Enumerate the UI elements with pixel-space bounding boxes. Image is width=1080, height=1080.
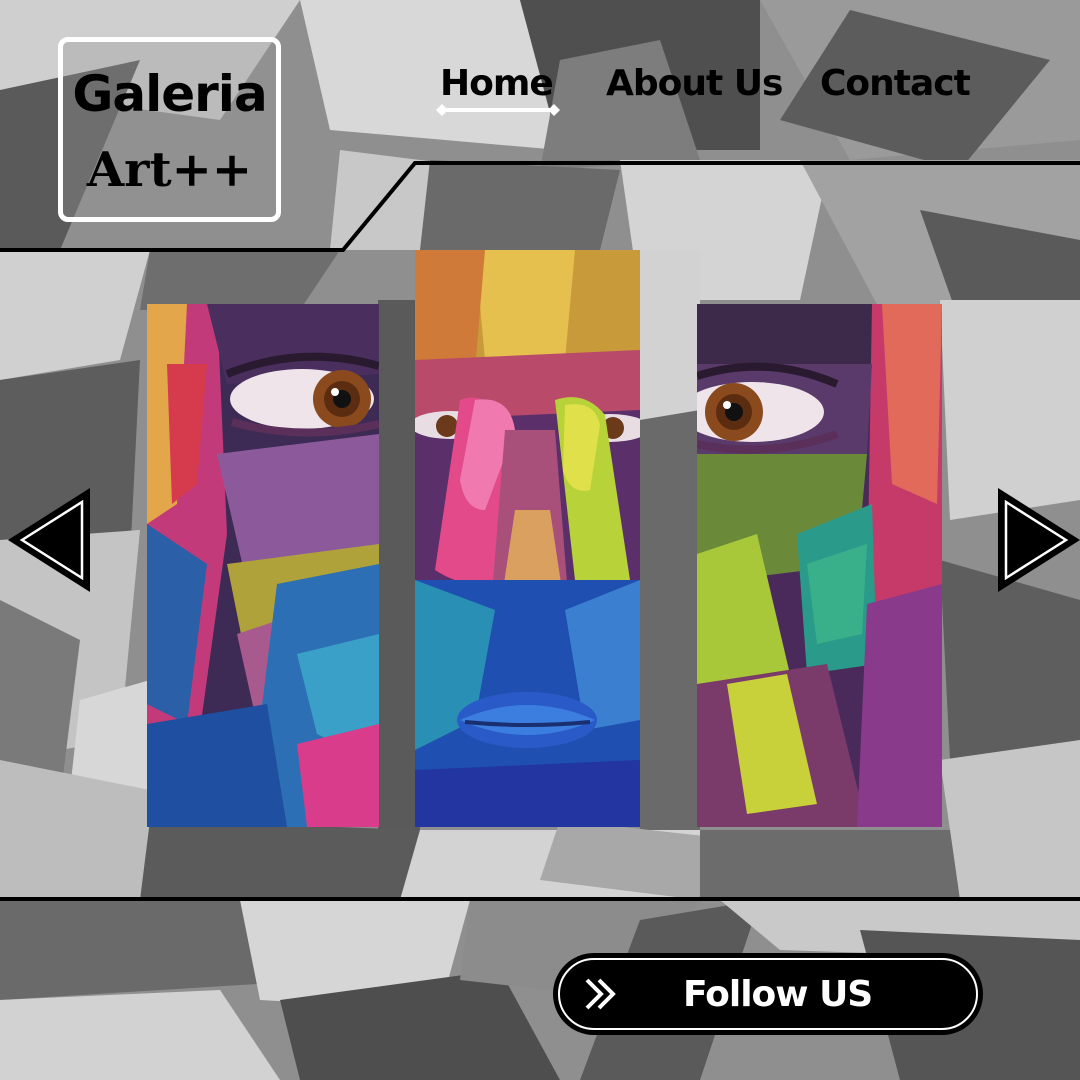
logo-title: Galeria: [72, 65, 267, 123]
nav-about-link[interactable]: About Us: [606, 62, 783, 106]
nav-home-link[interactable]: Home: [440, 62, 554, 106]
nav-contact-link[interactable]: Contact: [820, 62, 971, 106]
triangle-left-icon[interactable]: [8, 488, 92, 592]
gallery-image-left[interactable]: [147, 304, 379, 827]
galeria-page: Galeria Art++ Home About Us Contact Foll…: [0, 0, 1080, 1080]
follow-us-button[interactable]: Follow US: [553, 953, 983, 1035]
follow-us-label: Follow US: [683, 974, 873, 1015]
gallery-image-center[interactable]: [415, 250, 640, 827]
gallery-image-right[interactable]: [697, 304, 942, 827]
double-chevron-right-icon: [585, 978, 616, 1010]
logo-box[interactable]: Galeria Art++: [58, 37, 281, 222]
triangle-right-icon[interactable]: [996, 488, 1080, 592]
logo-subtitle: Art++: [86, 142, 253, 198]
nav-home-active-indicator: [436, 104, 560, 116]
